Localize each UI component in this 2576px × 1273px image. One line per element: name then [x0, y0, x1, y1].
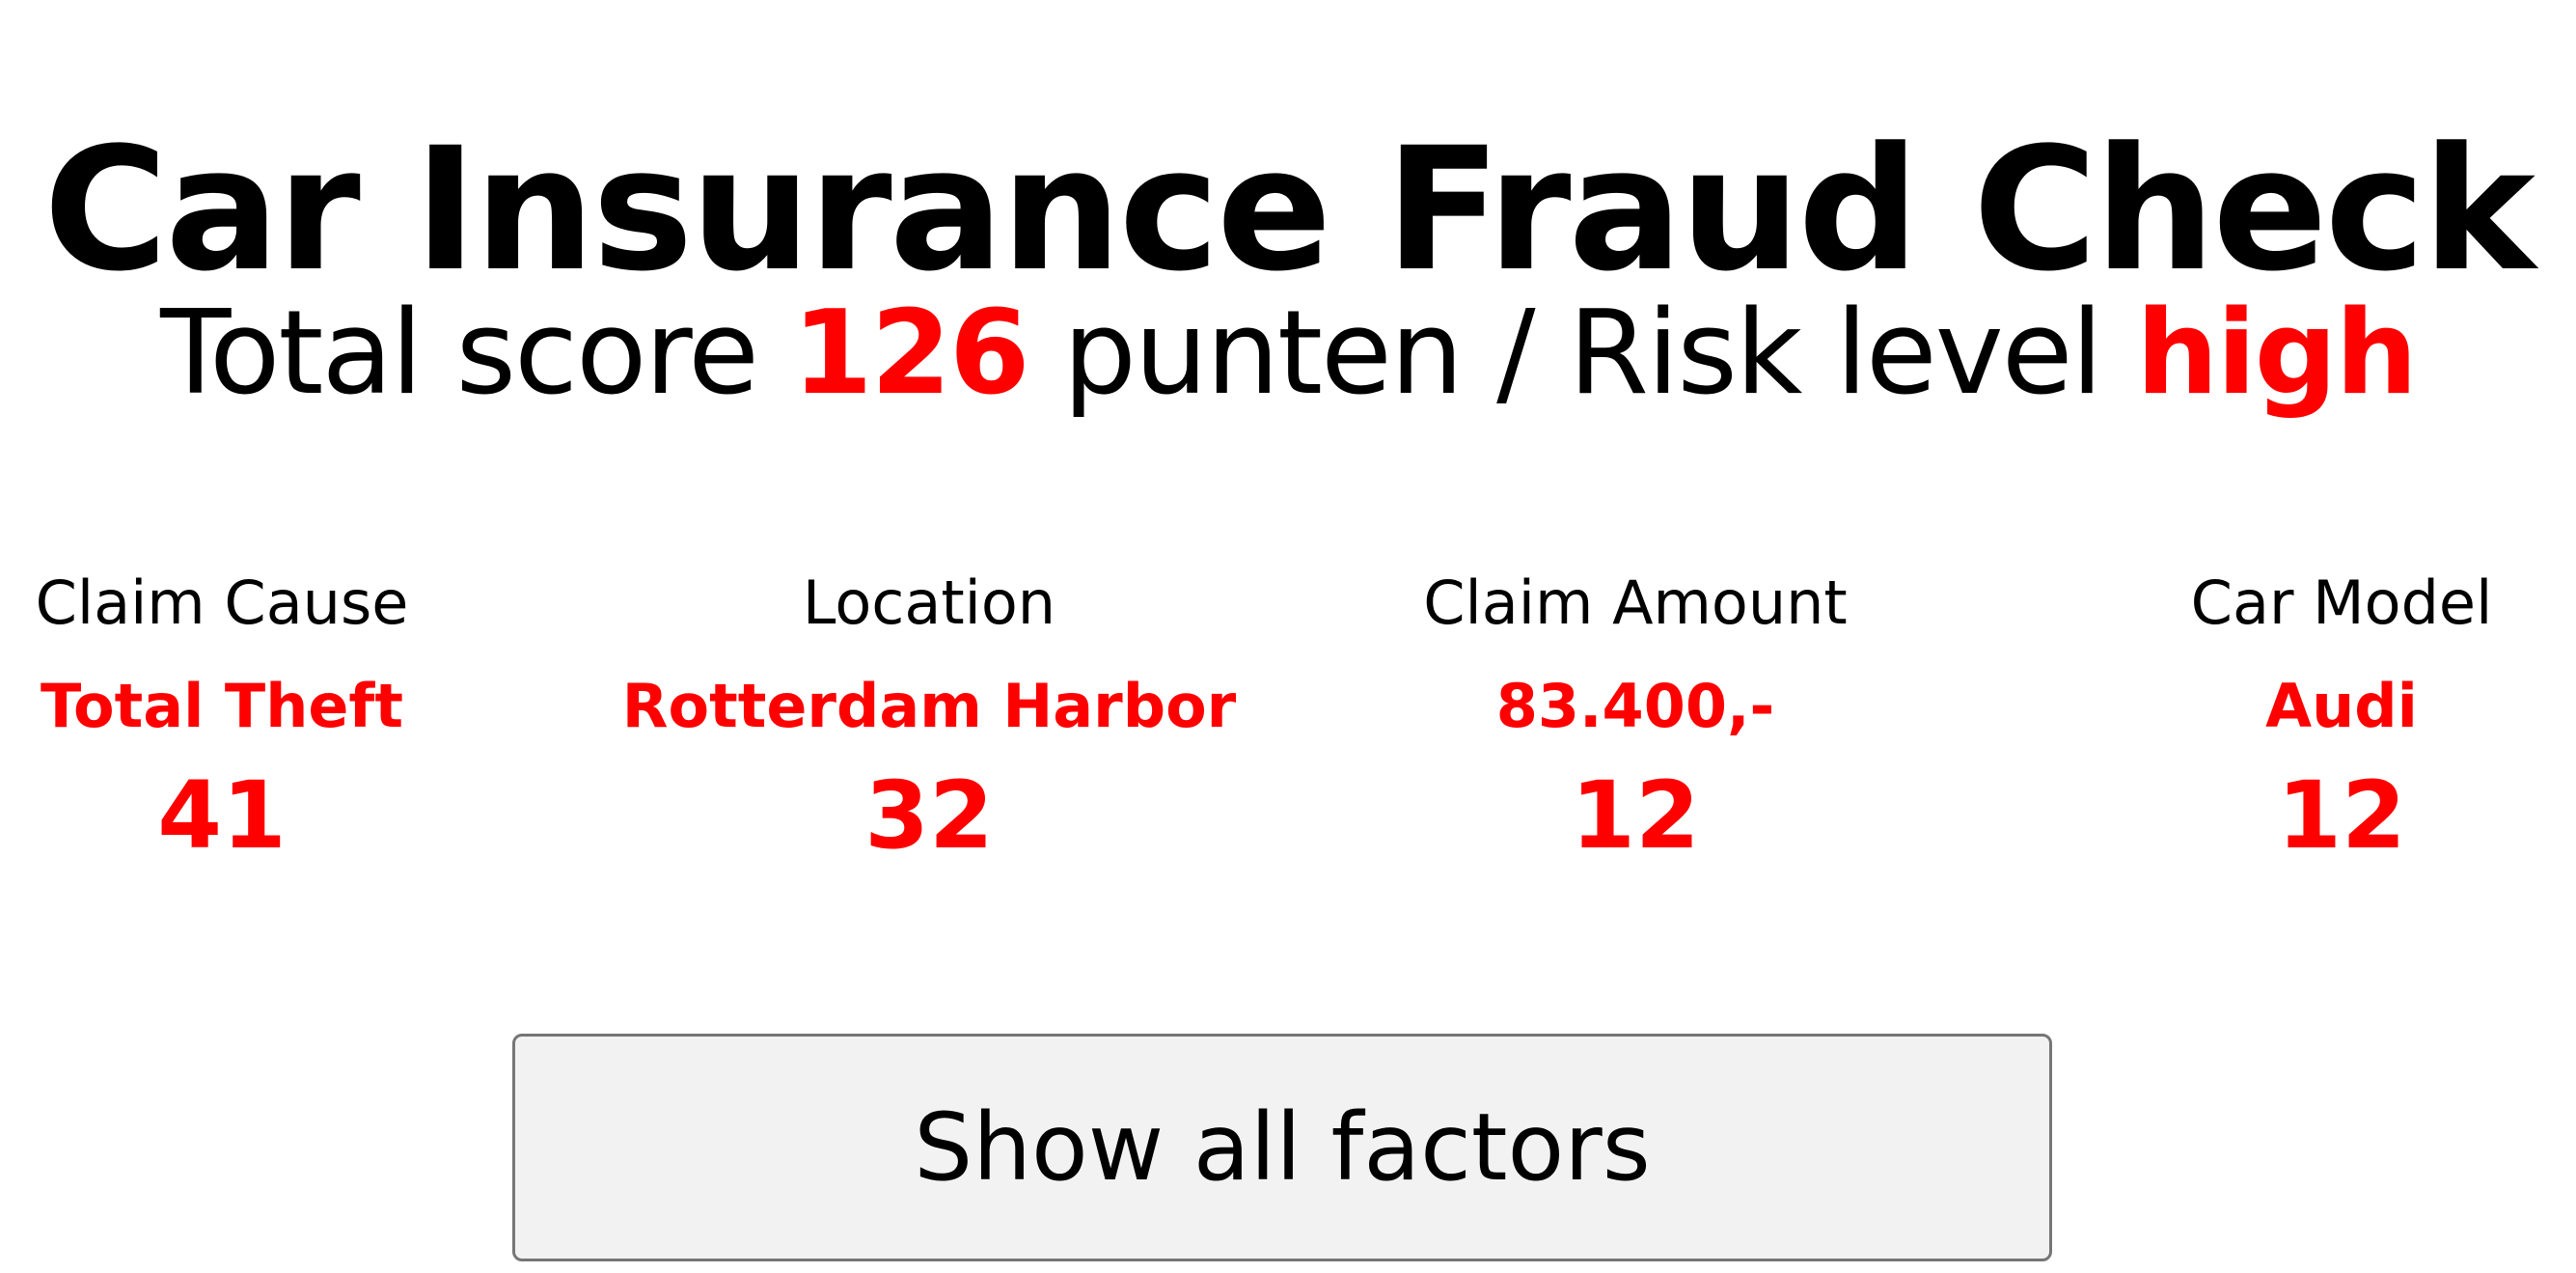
factor-label: Location — [802, 567, 1056, 638]
total-score-value: 126 — [792, 287, 1029, 421]
factor-value: 83.400,- — [1495, 671, 1775, 741]
factor-claim-cause: Claim Cause Total Theft 41 — [0, 560, 560, 869]
factor-breakdown: Claim Cause Total Theft 41 Location Rott… — [0, 560, 2576, 888]
factor-car-model: Car Model Audi 12 — [2004, 560, 2576, 869]
factor-points: 12 — [2277, 761, 2406, 870]
factor-points: 32 — [864, 761, 994, 870]
factor-value: Total Theft — [40, 671, 404, 741]
show-all-factors-button[interactable]: Show all factors — [512, 1034, 2052, 1261]
risk-level-value: high — [2136, 287, 2418, 421]
factor-value: Audi — [2265, 671, 2418, 741]
score-prefix: Total score — [160, 287, 759, 421]
factor-points: 41 — [157, 761, 287, 870]
score-unit-risk-label: punten / Risk level — [1062, 287, 2103, 421]
factor-value: Rotterdam Harbor — [621, 671, 1237, 741]
score-summary: Total score 126 punten / Risk level high — [0, 291, 2576, 417]
page-title: Car Insurance Fraud Check — [43, 110, 2535, 309]
factor-claim-amount: Claim Amount 83.400,- 12 — [1298, 560, 1973, 869]
factor-location: Location Rotterdam Harbor 32 — [591, 560, 1267, 869]
factor-points: 12 — [1571, 761, 1700, 870]
factor-label: Claim Amount — [1423, 567, 1848, 638]
factor-label: Car Model — [2190, 567, 2493, 638]
factor-label: Claim Cause — [35, 567, 409, 638]
